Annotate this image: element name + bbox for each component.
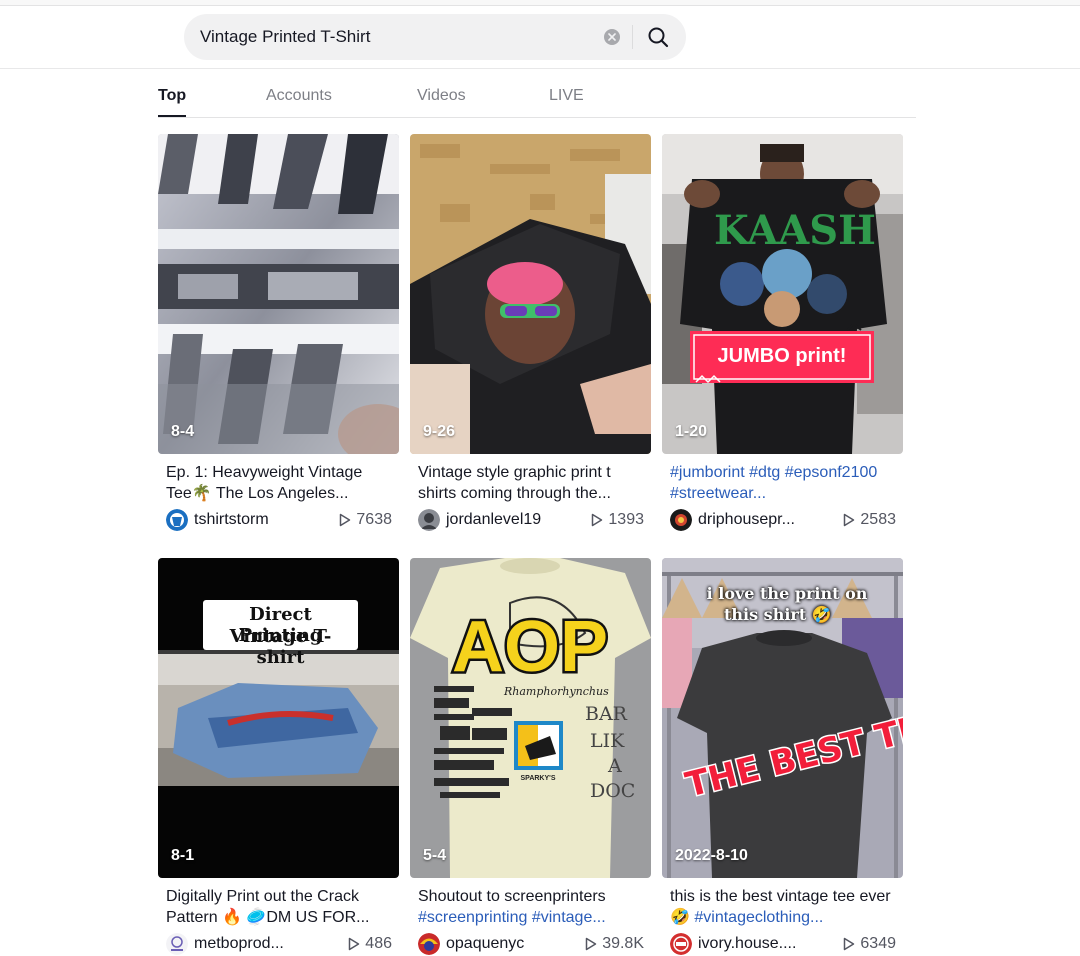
shirt-logo-text: SPARKY'S: [521, 775, 556, 782]
tab-accounts[interactable]: Accounts: [266, 87, 332, 105]
play-count: 39.8K: [585, 935, 644, 953]
search-tabs: Top Accounts Videos LIVE: [158, 78, 916, 118]
tab-videos[interactable]: Videos: [417, 87, 466, 105]
video-meta: metboprod... 486: [166, 932, 392, 956]
browser-top-edge: [0, 0, 1080, 6]
username[interactable]: driphousepr...: [698, 511, 795, 529]
video-date: 8-1: [171, 847, 195, 864]
username[interactable]: ivory.house....: [698, 935, 796, 953]
avatar[interactable]: [166, 509, 188, 531]
overlay-line-2-text: this shirt: [724, 605, 807, 624]
video-caption[interactable]: Ep. 1: Heavyweight Vintage Tee🌴 The Los …: [166, 462, 392, 504]
aop-overlay-text: AOP: [452, 607, 608, 687]
tab-top[interactable]: Top: [158, 87, 186, 105]
video-caption[interactable]: this is the best vintage tee ever 🤣 #vin…: [670, 886, 896, 928]
video-meta: tshirtstorm 7638: [166, 508, 392, 532]
play-count-value: 486: [365, 935, 392, 952]
overlay-line-2: Vintage T-shirt: [229, 626, 332, 668]
username[interactable]: tshirtstorm: [194, 511, 269, 529]
username[interactable]: opaquenyc: [446, 935, 524, 953]
username[interactable]: jordanlevel19: [446, 511, 541, 529]
play-count: 1393: [591, 511, 644, 529]
avatar[interactable]: [166, 933, 188, 955]
video-caption[interactable]: #jumborint #dtg #epsonf2100 #streetwear.…: [670, 462, 896, 504]
video-caption[interactable]: Vintage style graphic print t shirts com…: [418, 462, 644, 504]
video-date: 9-26: [423, 423, 456, 440]
video-thumbnail[interactable]: KAASH JUMBO print! 1-20: [662, 134, 903, 454]
play-icon: [844, 513, 855, 527]
play-count-value: 6349: [860, 935, 896, 952]
play-count: 6349: [843, 935, 896, 953]
play-count-value: 7638: [356, 511, 392, 528]
video-caption[interactable]: Digitally Print out the Crack Pattern 🔥 …: [166, 886, 392, 928]
shirt-text-2: LIK: [590, 730, 625, 752]
caption-hashtags[interactable]: #screenprinting #vintage...: [418, 909, 606, 926]
username[interactable]: metboprod...: [194, 935, 284, 953]
fire-icon: 🔥: [222, 909, 242, 926]
active-tab-indicator: [158, 115, 186, 117]
caption-text: Shoutout to screenprinters: [418, 888, 606, 905]
shirt-text-4: DOC: [590, 780, 635, 802]
play-icon: [592, 513, 603, 527]
avatar[interactable]: [418, 509, 440, 531]
tab-live[interactable]: LIVE: [549, 87, 584, 105]
shirt-text-3: A: [607, 755, 622, 777]
play-count: 2583: [843, 511, 896, 529]
video-thumbnail[interactable]: Rhamphorhynchus SPARKY'S BAR LIK A DOC A…: [410, 558, 651, 878]
video-thumbnail[interactable]: THE BEST TEE, i love the print on this s…: [662, 558, 903, 878]
play-count-value: 1393: [608, 511, 644, 528]
play-count-value: 39.8K: [602, 935, 644, 952]
caption-hashtags[interactable]: #vintageclothing...: [694, 909, 823, 926]
video-date: 1-20: [675, 423, 708, 440]
header-divider: [0, 68, 1080, 69]
search-bar: [184, 14, 686, 60]
search-divider: [632, 25, 633, 49]
play-icon: [340, 513, 351, 527]
overlay-line-1: i love the print on: [706, 584, 868, 603]
play-count-value: 2583: [860, 511, 896, 528]
video-meta: jordanlevel19 1393: [418, 508, 644, 532]
video-date: 5-4: [423, 847, 447, 864]
jumbo-overlay-text: JUMBO print!: [718, 345, 847, 367]
play-icon: [585, 937, 597, 951]
video-meta: ivory.house.... 6349: [670, 932, 896, 956]
caption-hashtags[interactable]: #jumborint #dtg #epsonf2100 #streetwear.…: [670, 464, 877, 502]
video-date: 2022-8-10: [675, 847, 748, 864]
play-count: 7638: [339, 511, 392, 529]
video-meta: opaquenyc 39.8K: [418, 932, 644, 956]
overlay-line-2: this shirt 🤣: [724, 605, 832, 624]
shirt-text-1: BAR: [585, 703, 628, 725]
play-icon: [349, 937, 360, 951]
video-thumbnail[interactable]: Direct Printing Vintage T-shirt 8-1: [158, 558, 399, 878]
search-icon[interactable]: [644, 24, 672, 50]
laughing-emoji-icon: 🤣: [811, 605, 832, 624]
video-date: 8-4: [171, 423, 195, 440]
search-input[interactable]: [200, 25, 600, 49]
play-icon: [844, 937, 855, 951]
video-thumbnail[interactable]: 9-26: [410, 134, 651, 454]
caption-text-end: DM US FOR...: [266, 909, 370, 926]
avatar[interactable]: [418, 933, 440, 955]
laughing-emoji-icon: 🤣: [670, 909, 690, 926]
play-count: 486: [348, 935, 392, 953]
video-caption[interactable]: Shoutout to screenprinters #screenprinti…: [418, 886, 644, 928]
dm-icon: 🥏: [246, 909, 267, 926]
caption-text: this is the best vintage tee ever: [670, 888, 891, 905]
clear-icon[interactable]: [604, 29, 620, 45]
shirt-print-text: KAASH: [714, 207, 876, 254]
avatar[interactable]: [670, 933, 692, 955]
avatar[interactable]: [670, 509, 692, 531]
video-meta: driphousepr... 2583: [670, 508, 896, 532]
video-thumbnail[interactable]: 8-4: [158, 134, 399, 454]
